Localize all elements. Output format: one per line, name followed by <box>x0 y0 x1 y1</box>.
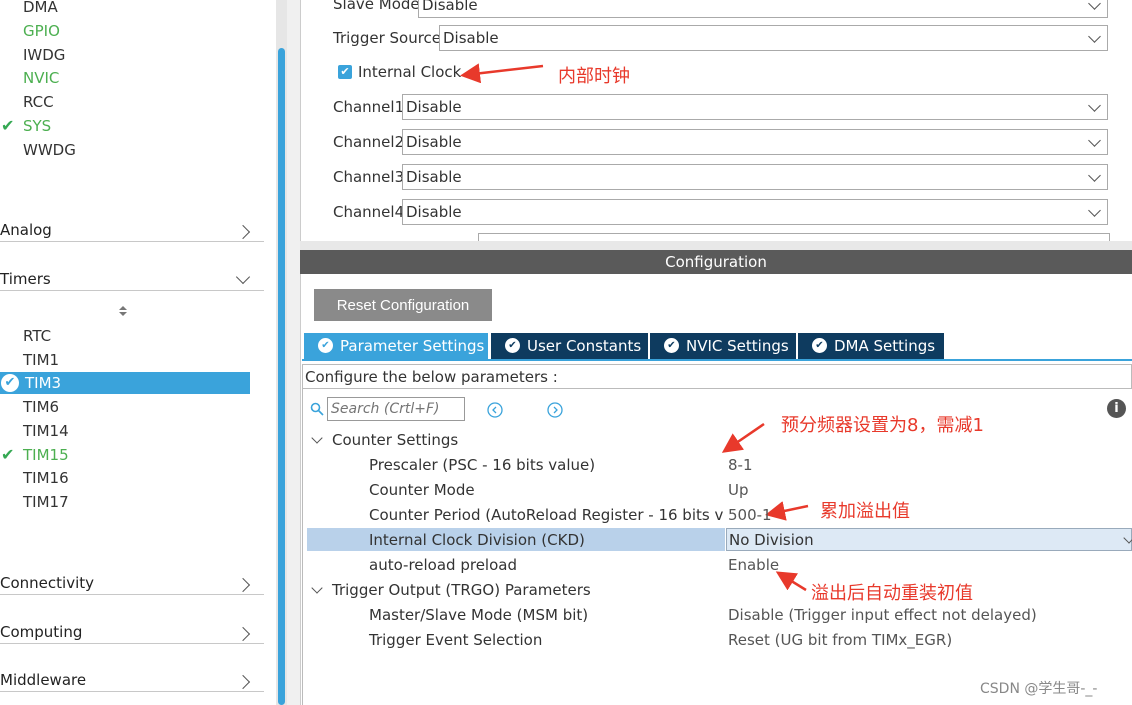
arrow-icon <box>765 501 809 521</box>
param-name: Master/Slave Mode (MSM bit) <box>369 606 589 624</box>
tab-user-constants[interactable]: ✔ User Constants <box>491 333 648 359</box>
arrow-icon <box>775 571 807 592</box>
tab-underline <box>302 359 1132 361</box>
group-counter-settings[interactable]: Counter Settings <box>332 431 458 449</box>
tab-label: DMA Settings <box>834 337 936 355</box>
next-icon[interactable] <box>547 402 563 418</box>
check-circle-icon: ✔ <box>664 338 679 353</box>
info-icon[interactable]: i <box>1107 399 1126 418</box>
search-icon <box>310 402 324 416</box>
chevron-down-icon <box>1123 532 1132 544</box>
param-name: Internal Clock Division (CKD) <box>369 531 585 549</box>
instructions-text: Configure the below parameters : <box>305 368 558 386</box>
configuration-header: Configuration <box>300 250 1132 274</box>
arrow-icon <box>460 63 544 84</box>
param-value[interactable]: Enable <box>728 556 779 574</box>
param-value[interactable]: Disable (Trigger input effect not delaye… <box>728 606 1037 624</box>
tab-label: User Constants <box>527 337 642 355</box>
instructions-bar: Configure the below parameters : <box>302 364 1132 389</box>
previous-icon[interactable] <box>487 402 503 418</box>
tab-parameter-settings[interactable]: ✔ Parameter Settings <box>304 333 488 359</box>
tab-label: Parameter Settings <box>340 337 485 355</box>
watermark: CSDN @学生哥-_- <box>980 681 1098 697</box>
group-trigger-output[interactable]: Trigger Output (TRGO) Parameters <box>332 581 591 599</box>
param-name: Counter Period (AutoReload Register - 16… <box>369 506 723 524</box>
param-name: Trigger Event Selection <box>369 631 543 649</box>
ckd-select[interactable]: No Division <box>726 528 1132 551</box>
param-value[interactable]: 8-1 <box>728 456 753 474</box>
param-name: Counter Mode <box>369 481 475 499</box>
param-value[interactable]: Reset (UG bit from TIMx_EGR) <box>728 631 952 649</box>
panel-border <box>302 389 303 705</box>
check-circle-icon: ✔ <box>812 338 827 353</box>
param-value[interactable]: Up <box>728 481 749 499</box>
param-name: auto-reload preload <box>369 556 517 574</box>
param-value[interactable]: 500-1 <box>728 506 772 524</box>
select-value: No Division <box>729 531 814 549</box>
arrow-icon <box>721 422 765 453</box>
search-input[interactable] <box>327 397 465 421</box>
check-circle-icon: ✔ <box>505 338 520 353</box>
param-name: Prescaler (PSC - 16 bits value) <box>369 456 596 474</box>
check-circle-icon: ✔ <box>318 338 333 353</box>
annotation-preload: 溢出后自动重装初值 <box>811 583 973 604</box>
tab-nvic-settings[interactable]: ✔ NVIC Settings <box>650 333 796 359</box>
annotation-internal-clock: 内部时钟 <box>558 66 630 87</box>
annotation-prescaler: 预分频器设置为8，需减1 <box>781 415 984 436</box>
tab-dma-settings[interactable]: ✔ DMA Settings <box>798 333 944 359</box>
tab-label: NVIC Settings <box>686 337 789 355</box>
reset-configuration-button[interactable]: Reset Configuration <box>314 289 492 321</box>
annotation-period: 累加溢出值 <box>820 501 910 522</box>
